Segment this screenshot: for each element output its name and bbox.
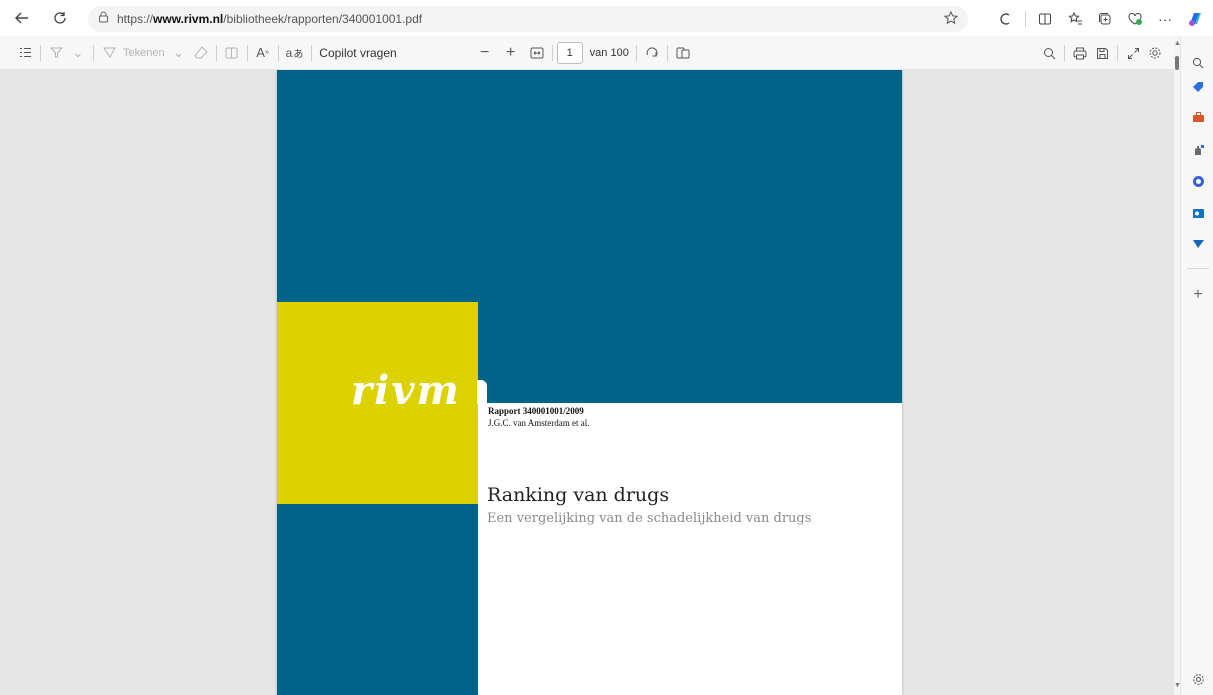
url-domain: www.rivm.nl xyxy=(153,12,224,26)
toolbar-divider xyxy=(666,44,668,61)
tools-icon[interactable] xyxy=(1189,108,1207,126)
document-subtitle: Een vergelijking van de schadelijkheid v… xyxy=(487,511,812,526)
browser-toolbar-icons: ··· xyxy=(992,6,1209,32)
favorites-icon[interactable] xyxy=(1061,6,1089,32)
fullscreen-icon[interactable] xyxy=(1122,41,1144,65)
toolbar-divider xyxy=(1117,45,1118,61)
eraser-icon[interactable] xyxy=(190,41,212,65)
translate-icon[interactable]: aぁ xyxy=(283,41,308,65)
chevron-down-icon[interactable]: ⌄ xyxy=(168,41,190,65)
highlight-icon[interactable] xyxy=(45,41,67,65)
print-icon[interactable] xyxy=(1069,41,1091,65)
url-prefix: https:// xyxy=(117,12,154,26)
save-icon[interactable] xyxy=(1091,41,1113,65)
search-icon[interactable] xyxy=(1038,41,1060,65)
toolbar-divider xyxy=(635,44,637,61)
url-path: /bibliotheek/rapporten/340001001.pdf xyxy=(223,12,423,26)
pdf-toolbar: ⌄ Tekenen ⌄ A» aぁ Copilot vragen − + 1 v… xyxy=(0,36,1174,70)
zoom-in-icon[interactable]: + xyxy=(500,41,522,65)
star-icon[interactable] xyxy=(943,10,959,30)
office-icon[interactable] xyxy=(1189,172,1207,190)
browser-address-row: https://www.rivm.nl/bibliotheek/rapporte… xyxy=(0,0,1213,36)
pdf-document-viewer[interactable]: rivm Rapport 340001001/2009 J.G.C. van A… xyxy=(0,70,1174,695)
outlook-icon[interactable] xyxy=(1189,204,1207,222)
back-arrow-icon[interactable] xyxy=(8,4,36,32)
pdf-page: rivm Rapport 340001001/2009 J.G.C. van A… xyxy=(277,70,902,695)
draw-label[interactable]: Tekenen xyxy=(120,41,168,65)
copilot-ask-button[interactable]: Copilot vragen xyxy=(316,41,399,65)
lock-icon xyxy=(98,10,109,28)
contents-list-icon[interactable] xyxy=(14,41,36,65)
page-total-label: van 100 xyxy=(589,46,629,59)
gear-icon[interactable] xyxy=(1189,670,1207,688)
send-icon[interactable] xyxy=(1189,234,1207,252)
fit-to-width-icon[interactable] xyxy=(526,41,548,65)
scrollbar-thumb[interactable] xyxy=(1175,56,1179,70)
draw-icon[interactable] xyxy=(98,41,120,65)
pdf-settings-icon[interactable] xyxy=(1144,41,1166,65)
sidebar-search-icon[interactable] xyxy=(1189,54,1207,72)
logo-tail-shape xyxy=(477,380,487,404)
two-page-view-icon[interactable] xyxy=(672,41,694,65)
toolbar-divider xyxy=(93,44,94,61)
toolbar-divider xyxy=(551,44,553,61)
report-number: Rapport 340001001/2009 xyxy=(488,406,584,416)
document-title: Ranking van drugs xyxy=(487,484,670,506)
toolbar-divider xyxy=(311,44,313,61)
refresh-icon[interactable] xyxy=(46,4,74,32)
page-view-icon[interactable] xyxy=(221,41,243,65)
report-authors: J.G.C. van Amsterdam et al. xyxy=(488,418,590,428)
copilot-icon[interactable] xyxy=(1181,6,1209,32)
chevron-down-icon[interactable]: ⌄ xyxy=(67,41,89,65)
browser-sidebar: + xyxy=(1180,36,1213,695)
page-number-input[interactable]: 1 xyxy=(556,41,583,64)
rotate-icon[interactable] xyxy=(641,41,663,65)
toolbar-divider xyxy=(1064,45,1065,61)
url-text: https://www.rivm.nl/bibliotheek/rapporte… xyxy=(117,12,422,26)
toolbar-divider xyxy=(277,44,279,61)
browser-essentials-icon[interactable] xyxy=(1121,6,1149,32)
address-bar[interactable]: https://www.rivm.nl/bibliotheek/rapporte… xyxy=(88,6,968,32)
more-menu-icon[interactable]: ··· xyxy=(1151,6,1179,32)
games-icon[interactable] xyxy=(1189,140,1207,158)
extension-icon[interactable] xyxy=(992,6,1020,32)
zoom-out-icon[interactable]: − xyxy=(474,41,496,65)
read-aloud-icon[interactable]: A» xyxy=(252,41,274,65)
toolbar-divider xyxy=(215,44,217,61)
toolbar-divider xyxy=(1025,11,1026,27)
split-screen-icon[interactable] xyxy=(1031,6,1059,32)
pdf-toolbar-right xyxy=(1038,41,1166,65)
toolbar-divider xyxy=(40,44,41,61)
collections-icon[interactable] xyxy=(1091,6,1119,32)
tag-icon[interactable] xyxy=(1189,78,1207,96)
plus-icon[interactable]: + xyxy=(1189,286,1207,304)
sidebar-divider xyxy=(1187,268,1209,269)
rivm-logo: rivm xyxy=(351,367,461,414)
toolbar-divider xyxy=(246,44,248,61)
